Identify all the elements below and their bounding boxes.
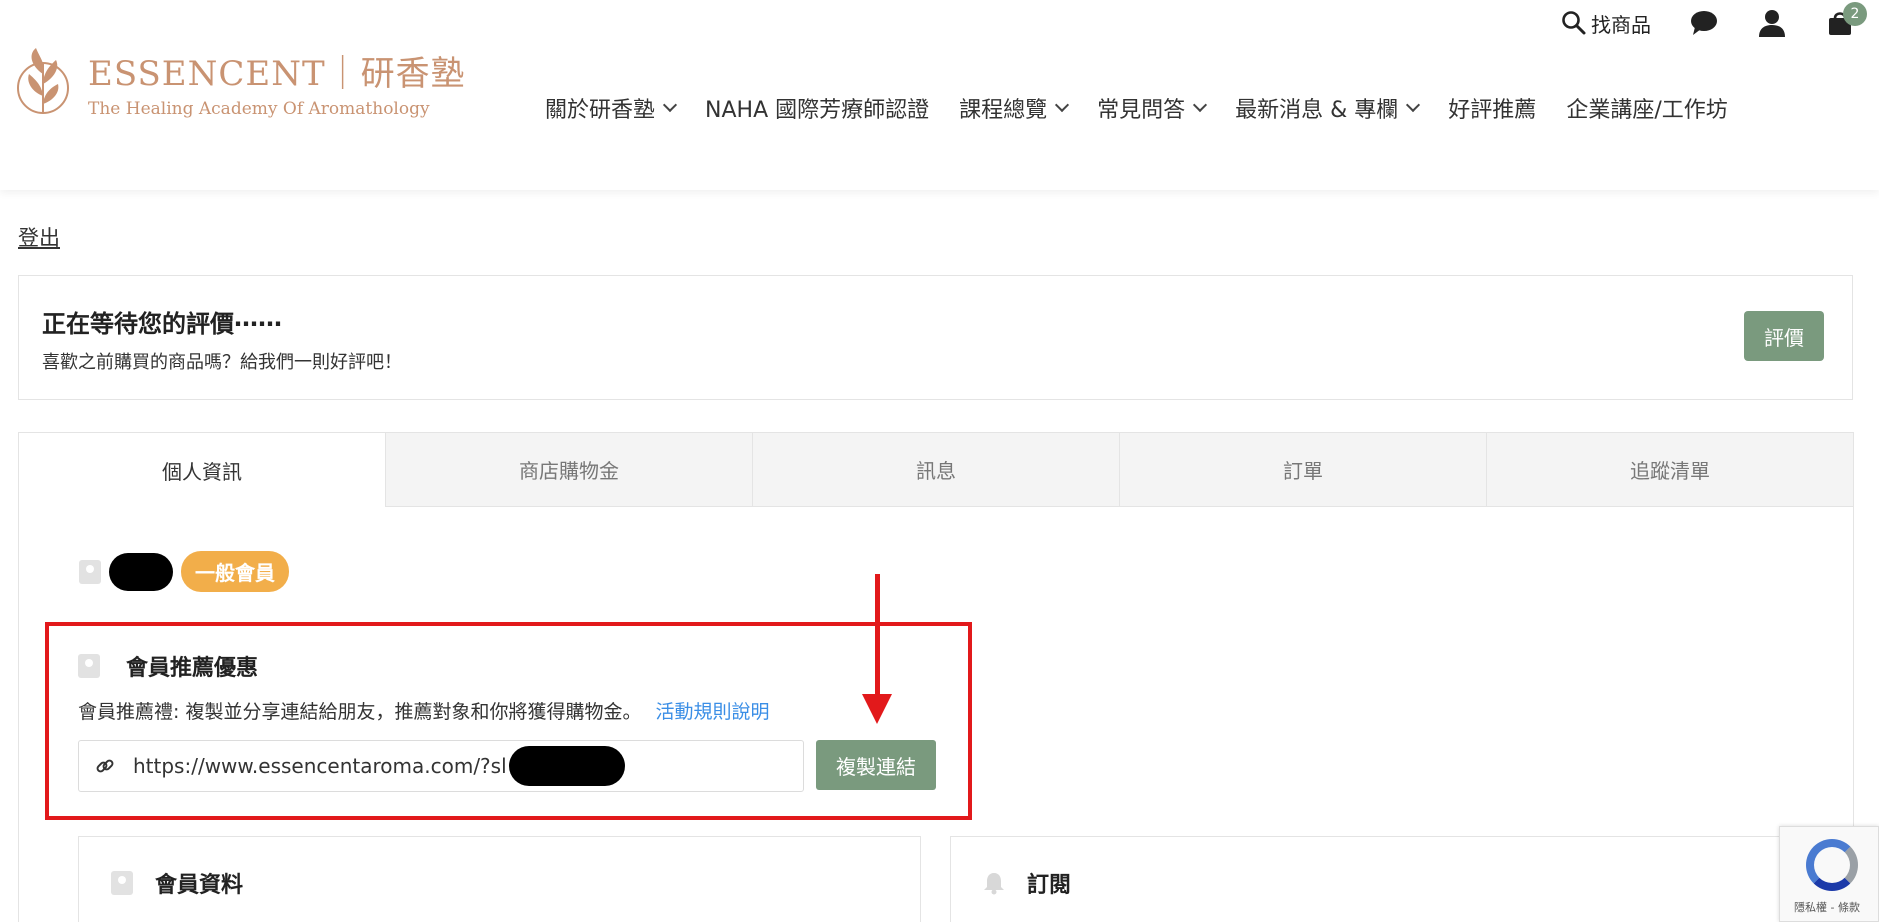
logo-subtitle: The Healing Academy Of Aromathology <box>88 98 430 119</box>
redacted-member-name <box>109 552 173 591</box>
cart-button[interactable]: 2 <box>1825 2 1867 38</box>
nav-label: 關於研香塾 <box>545 98 656 123</box>
referral-url-wrap: https://www.essencentaroma.com/?sl 4 <box>133 746 625 786</box>
nav-item-about[interactable]: 關於研香塾 <box>545 92 678 124</box>
link-icon <box>96 759 114 773</box>
search-label: 找商品 <box>1591 12 1651 37</box>
tab-wishlist[interactable]: 追蹤清單 <box>1486 433 1853 507</box>
subscription-card: 訂閱 <box>950 836 1855 922</box>
nav-item-corporate[interactable]: 企業講座/工作坊 <box>1566 92 1727 124</box>
nav-item-naha[interactable]: NAHA 國際芳療師認證 <box>705 92 929 124</box>
bell-icon <box>984 873 1004 895</box>
member-summary: 一般會員 <box>79 551 289 592</box>
referral-description: 會員推薦禮: 複製並分享連結給朋友，推薦對象和你將獲得購物金。 <box>78 701 642 723</box>
nav-label: NAHA 國際芳療師認證 <box>705 98 930 123</box>
member-info-card: 會員資料 <box>78 836 921 922</box>
tab-orders[interactable]: 訂單 <box>1119 433 1486 507</box>
search-button[interactable]: 找商品 <box>1561 9 1651 38</box>
nav-item-reviews[interactable]: 好評推薦 <box>1448 92 1536 124</box>
member-card-icon <box>78 654 100 678</box>
logout-link[interactable]: 登出 <box>18 222 60 252</box>
chat-bubble-icon <box>1691 11 1717 35</box>
chevron-down-icon <box>1193 97 1208 113</box>
referral-title: 會員推薦優惠 <box>126 656 259 681</box>
annotation-arrow-shaft <box>875 574 880 696</box>
nav-label: 好評推薦 <box>1448 98 1537 123</box>
member-info-header: 會員資料 <box>111 867 243 899</box>
nav-item-faq[interactable]: 常見問答 <box>1097 92 1208 124</box>
site-logo[interactable]: ESSENCENT｜研香塾 The Healing Academy Of Aro… <box>16 44 466 120</box>
tab-profile[interactable]: 個人資訊 <box>19 433 385 507</box>
subscription-header: 訂閱 <box>983 867 1071 899</box>
annotation-arrow-head <box>862 694 892 724</box>
referral-header: 會員推薦優惠 <box>78 650 258 682</box>
utility-bar: 找商品 2 <box>1561 2 1867 38</box>
recaptcha-icon <box>1806 839 1858 891</box>
account-button[interactable] <box>1757 8 1787 38</box>
leaf-logo-icon <box>17 48 69 114</box>
chevron-down-icon <box>1406 97 1421 113</box>
member-tier-badge: 一般會員 <box>181 551 289 592</box>
member-card-icon <box>111 871 133 895</box>
nav-label: 企業講座/工作坊 <box>1566 98 1728 123</box>
chevron-down-icon <box>662 97 678 113</box>
copy-link-button[interactable]: 複製連結 <box>816 740 936 790</box>
redacted-url-segment <box>509 746 625 786</box>
nav-item-news[interactable]: 最新消息 & 專欄 <box>1235 92 1421 124</box>
member-card-icon <box>79 559 101 584</box>
review-prompt-card: 正在等待您的評價⋯⋯ 喜歡之前購買的商品嗎？給我們一則好評吧！ 評價 <box>18 275 1853 400</box>
referral-link-field[interactable]: https://www.essencentaroma.com/?sl 4 <box>78 740 804 792</box>
referral-url: https://www.essencentaroma.com/?sl 4 <box>133 754 526 778</box>
main-nav: 關於研香塾 NAHA 國際芳療師認證 課程總覽 常見問答 最新消息 & 專欄 好… <box>545 92 1728 124</box>
site-header: ESSENCENT｜研香塾 The Healing Academy Of Aro… <box>0 0 1879 190</box>
tab-store-credit[interactable]: 商店購物金 <box>385 433 752 507</box>
chevron-down-icon <box>1055 97 1070 113</box>
account-tabs: 個人資訊 商店購物金 訊息 訂單 追蹤清單 <box>19 433 1853 507</box>
search-icon <box>1562 11 1586 35</box>
referral-description-row: 會員推薦禮: 複製並分享連結給朋友，推薦對象和你將獲得購物金。 活動規則說明 <box>78 697 770 724</box>
nav-label: 課程總覽 <box>959 98 1048 123</box>
nav-label: 常見問答 <box>1097 98 1186 123</box>
review-subtitle: 喜歡之前購買的商品嗎？給我們一則好評吧！ <box>42 352 402 373</box>
tab-messages[interactable]: 訊息 <box>752 433 1119 507</box>
logo-title: ESSENCENT｜研香塾 <box>88 53 466 94</box>
user-icon <box>1759 10 1785 37</box>
rules-link[interactable]: 活動規則說明 <box>656 701 770 723</box>
cart-count-badge: 2 <box>1843 2 1867 26</box>
recaptcha-terms[interactable]: 隱私權 - 條款 <box>1794 899 1860 915</box>
review-title: 正在等待您的評價⋯⋯ <box>42 310 282 338</box>
review-button[interactable]: 評價 <box>1744 311 1824 361</box>
member-info-title: 會員資料 <box>155 873 244 898</box>
subscription-title: 訂閱 <box>1027 873 1072 898</box>
chat-button[interactable] <box>1689 8 1719 38</box>
nav-label: 最新消息 & 專欄 <box>1235 98 1399 123</box>
recaptcha-badge[interactable]: 隱私權 - 條款 <box>1779 826 1879 922</box>
nav-item-courses[interactable]: 課程總覽 <box>959 92 1070 124</box>
